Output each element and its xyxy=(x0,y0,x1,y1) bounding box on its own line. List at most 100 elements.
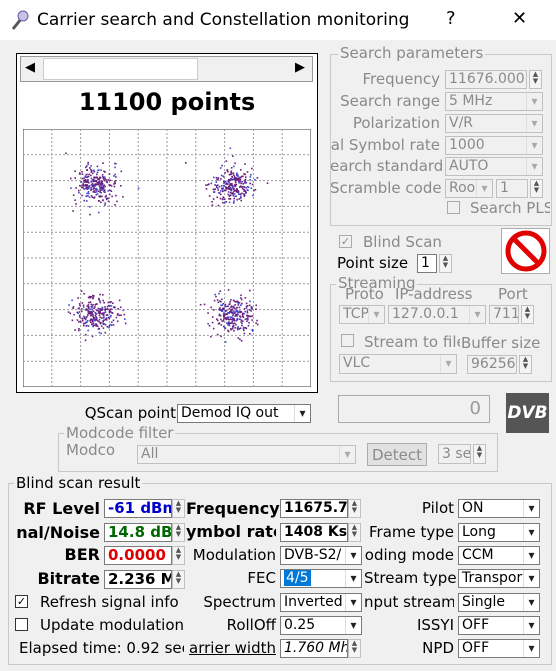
constellation-point xyxy=(218,292,220,295)
constellation-point xyxy=(236,309,238,312)
buffer-size-input[interactable]: 96256 xyxy=(467,355,517,374)
constellation-point xyxy=(108,325,111,327)
buffer-size-spinner[interactable]: ▲ ▼ xyxy=(519,355,532,374)
result-frequency-spinner[interactable]: ▲ ▼ xyxy=(348,499,361,518)
rolloff-select[interactable]: 0.25 xyxy=(280,616,362,635)
ber-spinner[interactable]: ▲ ▼ xyxy=(172,546,185,565)
pilot-select[interactable]: ON xyxy=(458,499,540,518)
constellation-point xyxy=(98,298,100,301)
search-standard-select[interactable]: AUTO xyxy=(445,157,543,176)
constellation-point xyxy=(84,175,86,178)
constellation-point xyxy=(238,328,241,330)
port-input[interactable]: 711 xyxy=(489,305,519,324)
point-size-spinner[interactable]: ▲ ▼ xyxy=(439,254,452,273)
constellation-point xyxy=(78,328,80,330)
constellation-point xyxy=(93,179,95,182)
constellation-point xyxy=(239,318,241,320)
constellation-point xyxy=(100,183,102,185)
constellation-point xyxy=(119,306,122,309)
constellation-point xyxy=(91,311,93,314)
iq-scan-point-select[interactable]: Demod IQ out xyxy=(177,404,311,423)
bitrate-spinner[interactable]: ▲ ▼ xyxy=(172,570,185,589)
blind-scan-checkbox[interactable]: ✓ xyxy=(339,235,352,248)
carrier-width-spinner[interactable]: ▲ ▼ xyxy=(348,639,361,658)
zoom-scrollbar[interactable]: ◀ ▶ xyxy=(20,56,313,82)
result-symbol-rate-spinner[interactable]: ▲ ▼ xyxy=(348,523,361,542)
constellation-point xyxy=(244,178,247,181)
refresh-signal-checkbox[interactable]: ✓ xyxy=(15,595,28,608)
stream-to-file-checkbox[interactable] xyxy=(341,334,354,347)
symbol-rate-select[interactable]: 1000 xyxy=(445,136,543,155)
timeout-spinner[interactable]: ▲ ▼ xyxy=(473,444,486,464)
scramble-code-spinner[interactable]: ▲ ▼ xyxy=(530,179,543,198)
constellation-point xyxy=(249,289,251,292)
fec-select[interactable]: 4/5 xyxy=(280,569,362,588)
constellation-point xyxy=(99,191,101,193)
constellation-point xyxy=(237,337,240,339)
constellation-point xyxy=(92,304,94,306)
constellation-point xyxy=(90,303,93,306)
constellation-point xyxy=(229,198,232,200)
snr-spinner[interactable]: ▲ ▼ xyxy=(172,523,185,542)
constellation-point xyxy=(78,303,81,305)
scroll-thumb[interactable] xyxy=(43,58,198,80)
constellation-point xyxy=(205,188,208,190)
update-modulation-checkbox[interactable] xyxy=(15,618,28,631)
frequency-spinner[interactable]: ▲ ▼ xyxy=(529,70,542,89)
npd-select[interactable]: OFF xyxy=(458,639,540,658)
search-pls-checkbox[interactable] xyxy=(447,201,460,214)
help-button[interactable]: ? xyxy=(446,8,456,29)
frequency-input[interactable]: 11676.000 xyxy=(445,70,527,89)
constellation-point xyxy=(94,179,97,182)
constellation-point xyxy=(223,198,226,201)
constellation-point xyxy=(250,174,252,176)
points-counter: 11100 points xyxy=(78,88,256,116)
frame-type-select[interactable]: Long xyxy=(458,523,540,542)
constellation-point xyxy=(243,329,245,332)
point-size-input[interactable]: 1 xyxy=(417,254,437,273)
constellation-point xyxy=(225,160,228,162)
stream-type-select[interactable]: Transpor xyxy=(458,569,540,588)
constellation-point xyxy=(227,191,230,193)
scroll-left-icon[interactable]: ◀ xyxy=(25,60,35,75)
constellation-point xyxy=(106,314,109,316)
proto-select[interactable]: TCP xyxy=(339,305,385,324)
stream-format-select[interactable]: VLC xyxy=(339,354,457,374)
constellation-point xyxy=(93,190,95,192)
input-stream-select[interactable]: Single xyxy=(458,593,540,612)
close-button[interactable]: ✕ xyxy=(512,8,527,29)
constellation-point xyxy=(233,175,236,178)
constellation-point xyxy=(116,314,119,316)
constellation-point xyxy=(225,309,228,312)
search-range-select[interactable]: 5 MHz xyxy=(445,92,543,111)
rf-level-spinner[interactable]: ▲ ▼ xyxy=(172,499,185,518)
constellation-point xyxy=(110,305,113,307)
modcode-select[interactable]: All xyxy=(137,445,356,464)
spectrum-select[interactable]: Inverted xyxy=(280,593,362,612)
constellation-point xyxy=(224,341,227,343)
constellation-point xyxy=(246,310,249,312)
constellation-point xyxy=(90,168,92,171)
constellation-point xyxy=(251,319,253,321)
constellation-point xyxy=(233,197,235,200)
constellation-point xyxy=(83,324,85,327)
port-spinner[interactable]: ▲ ▼ xyxy=(521,305,534,324)
timeout-input[interactable]: 3 se xyxy=(438,444,471,464)
polarization-select[interactable]: V/R xyxy=(445,114,543,133)
constellation-point xyxy=(251,183,254,186)
scramble-code-select[interactable]: Roo xyxy=(445,179,493,198)
scramble-code-input[interactable]: 1 xyxy=(496,179,528,198)
constellation-point xyxy=(236,319,238,322)
constellation-point xyxy=(89,319,91,322)
constellation-point xyxy=(110,314,112,317)
constellation-point xyxy=(239,185,242,187)
issyi-select[interactable]: OFF xyxy=(458,616,540,635)
stop-button[interactable] xyxy=(501,228,550,274)
detect-button[interactable]: Detect xyxy=(367,443,427,466)
modulation-select[interactable]: DVB-S2/ xyxy=(280,546,362,565)
scroll-right-icon[interactable]: ▶ xyxy=(295,60,305,75)
constellation-point xyxy=(210,306,212,309)
ip-select[interactable]: 127.0.0.1 xyxy=(388,305,486,324)
fec-value: 4/5 xyxy=(284,570,311,586)
coding-mode-select[interactable]: CCM xyxy=(458,546,540,565)
